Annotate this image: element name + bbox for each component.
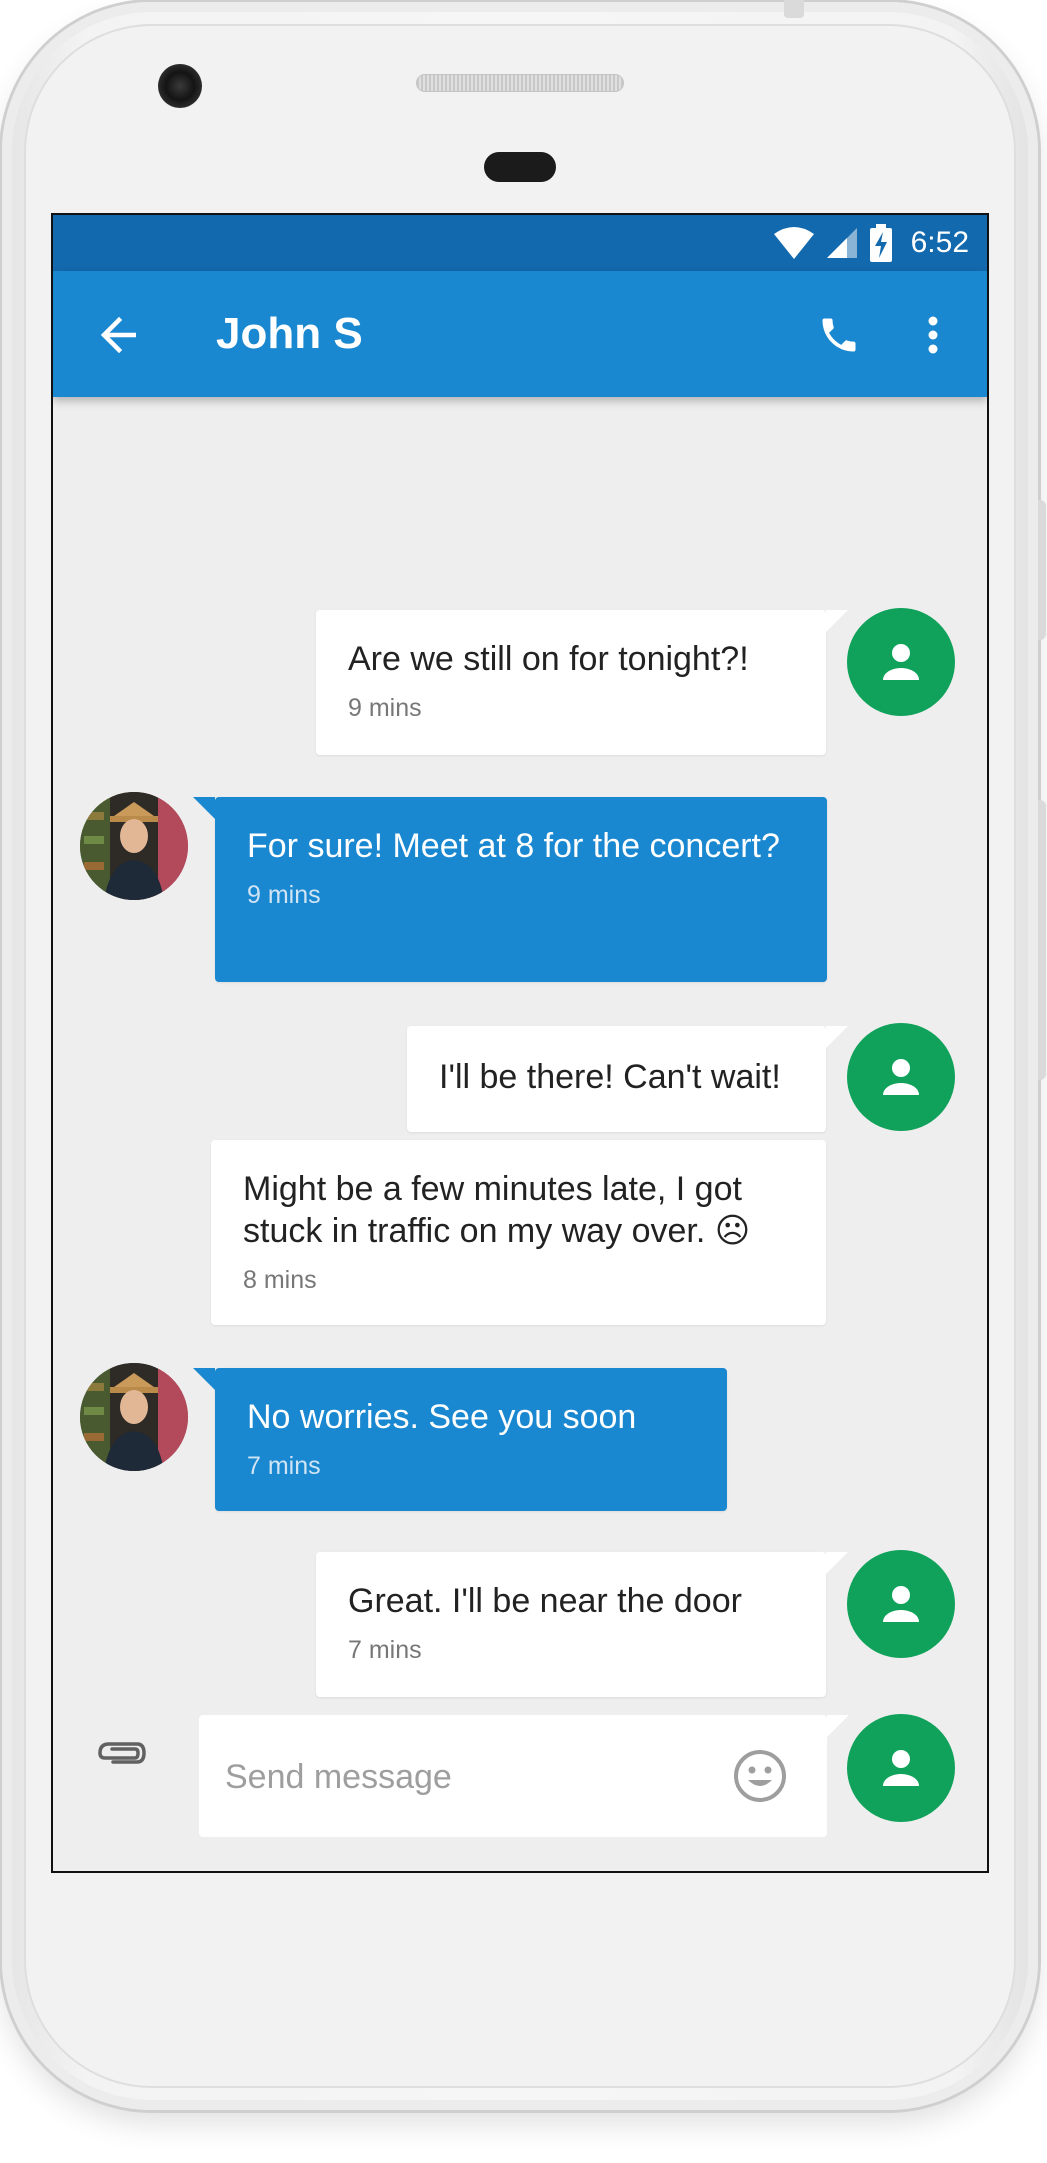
message-bubble-outgoing[interactable]: Great. I'll be near the door 7 mins (316, 1552, 848, 1697)
person-icon (883, 644, 919, 680)
message-composer (199, 1715, 849, 1837)
app-bar: John S (53, 271, 987, 397)
status-bar: 6:52 (53, 215, 987, 271)
screen: 6:52 John S Are we still on for tonight?… (51, 213, 989, 1873)
power-button (1038, 800, 1046, 1080)
earpiece-speaker (416, 74, 624, 92)
status-time: 6:52 (910, 226, 969, 259)
message-bubble-outgoing[interactable]: Might be a few minutes late, I got stuck… (211, 1140, 826, 1325)
conversation-title: John S (216, 309, 363, 358)
message-time: 9 mins (348, 694, 422, 722)
back-button[interactable] (91, 307, 147, 363)
message-text: No worries. See you soon (247, 1398, 637, 1436)
message-text: I'll be there! Can't wait! (439, 1058, 781, 1096)
person-icon (883, 1586, 919, 1622)
emoji-button[interactable] (729, 1745, 791, 1807)
contact-photo (80, 1363, 188, 1471)
self-avatar[interactable] (847, 608, 955, 716)
message-text: For sure! Meet at 8 for the concert? (247, 827, 780, 865)
message-bubble-incoming[interactable]: No worries. See you soon 7 mins (193, 1368, 727, 1511)
more-vert-icon (928, 316, 938, 354)
message-time: 7 mins (348, 1636, 422, 1664)
message-text: Might be a few minutes late, I got stuck… (243, 1170, 751, 1250)
battery-charging-icon (869, 224, 892, 262)
more-options-button[interactable] (903, 305, 963, 365)
message-text: Great. I'll be near the door (348, 1582, 742, 1620)
message-time: 7 mins (247, 1452, 321, 1480)
message-time: 9 mins (247, 881, 321, 909)
paperclip-icon (98, 1742, 146, 1764)
phone-icon (822, 318, 856, 352)
message-bubble-outgoing[interactable]: Are we still on for tonight?! 9 mins (316, 610, 848, 755)
front-camera (158, 64, 202, 108)
self-avatar[interactable] (847, 1550, 955, 1658)
person-icon (883, 1750, 919, 1786)
message-text: Are we still on for tonight?! (348, 640, 749, 678)
contact-avatar[interactable] (80, 792, 188, 900)
signal-icon (826, 228, 857, 258)
smiley-icon (734, 1750, 786, 1802)
message-input[interactable] (223, 1745, 697, 1809)
self-avatar[interactable] (847, 1714, 955, 1822)
person-icon (883, 1059, 919, 1095)
call-button[interactable] (809, 305, 869, 365)
message-bubble-incoming[interactable]: For sure! Meet at 8 for the concert? 9 m… (193, 797, 827, 982)
contact-avatar[interactable] (80, 1363, 188, 1471)
top-button (784, 0, 804, 18)
wifi-icon (773, 227, 814, 259)
message-time: 8 mins (243, 1266, 317, 1294)
message-bubble-outgoing[interactable]: I'll be there! Can't wait! (407, 1026, 848, 1132)
self-avatar[interactable] (847, 1023, 955, 1131)
attach-button[interactable] (87, 1718, 157, 1788)
contact-photo (80, 792, 188, 900)
proximity-sensor (484, 152, 556, 182)
arrow-back-icon (100, 317, 136, 353)
volume-button (1038, 500, 1046, 640)
